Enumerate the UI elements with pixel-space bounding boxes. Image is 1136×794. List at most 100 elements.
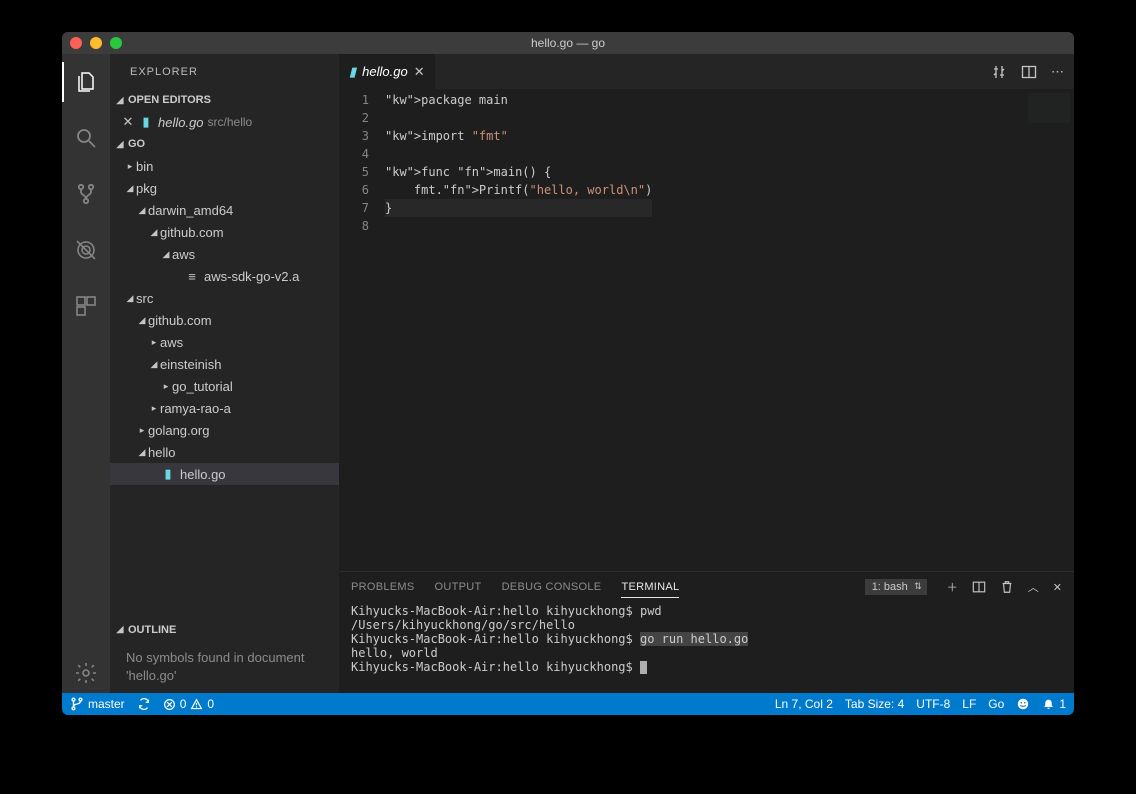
terminal-selector-label: 1: bash [872, 581, 908, 593]
section-workspace[interactable]: ◢ GO [110, 133, 339, 155]
tree-label: github.com [148, 313, 212, 328]
close-icon[interactable]: ✕ [414, 64, 425, 80]
close-icon[interactable]: ✕ [120, 114, 136, 130]
tree-label: golang.org [148, 423, 209, 438]
chevron-down-icon: ◢ [114, 95, 126, 106]
open-editors-list: ✕ ▮ hello.go src/hello [110, 111, 339, 133]
code-content[interactable]: "kw">package main "kw">import "fmt" "kw"… [385, 89, 652, 571]
status-position[interactable]: Ln 7, Col 2 [775, 697, 833, 711]
activity-settings[interactable] [62, 653, 110, 693]
editor-group: ▮ hello.go ✕ ⋯ 12345678 "kw">package mai… [339, 54, 1074, 693]
tree-file[interactable]: ▮hello.go [110, 463, 339, 485]
bell-icon [1042, 698, 1055, 711]
chevron-down-icon: ◢ [136, 447, 148, 458]
more-icon[interactable]: ⋯ [1051, 64, 1064, 80]
open-editor-name: hello.go [158, 115, 204, 130]
tree-folder[interactable]: ◢aws [110, 243, 339, 265]
warning-icon [190, 698, 203, 711]
search-icon [74, 126, 98, 150]
new-terminal-icon[interactable]: ＋ [947, 579, 958, 595]
file-icon: ≡ [184, 269, 200, 284]
tree-folder[interactable]: ◢darwin_amd64 [110, 199, 339, 221]
tree-folder[interactable]: ▸go_tutorial [110, 375, 339, 397]
tree-folder[interactable]: ▸golang.org [110, 419, 339, 441]
line-number-gutter: 12345678 [339, 89, 385, 571]
status-problems[interactable]: 0 0 [163, 697, 214, 711]
tree-folder[interactable]: ▸ramya-rao-a [110, 397, 339, 419]
bug-icon [74, 238, 98, 262]
chevron-down-icon: ◢ [114, 624, 126, 635]
editor-tab[interactable]: ▮ hello.go ✕ [339, 54, 436, 89]
tree-folder[interactable]: ◢github.com [110, 309, 339, 331]
split-editor-icon[interactable] [1021, 64, 1037, 80]
status-feedback[interactable] [1016, 697, 1030, 711]
text-editor[interactable]: 12345678 "kw">package main "kw">import "… [339, 89, 1074, 571]
tree-folder[interactable]: ◢src [110, 287, 339, 309]
status-encoding[interactable]: UTF-8 [916, 697, 950, 711]
activity-extensions[interactable] [62, 286, 110, 326]
status-branch[interactable]: master [70, 697, 125, 711]
traffic-lights [70, 37, 122, 49]
activity-explorer[interactable] [62, 62, 110, 102]
split-terminal-icon[interactable] [972, 580, 986, 594]
status-eol[interactable]: LF [962, 697, 976, 711]
tree-label: github.com [160, 225, 224, 240]
compare-icon[interactable] [991, 64, 1007, 80]
open-editor-path: src/hello [208, 115, 253, 129]
panel-tab-terminal[interactable]: TERMINAL [621, 581, 679, 598]
window-title: hello.go — go [62, 36, 1074, 50]
panel-tab-debug[interactable]: DEBUG CONSOLE [502, 581, 602, 593]
chevron-down-icon: ◢ [160, 249, 172, 260]
chevron-down-icon: ◢ [148, 227, 160, 238]
section-open-editors[interactable]: ◢ OPEN EDITORS [110, 89, 339, 111]
status-notifications[interactable]: 1 [1042, 697, 1066, 711]
tree-folder[interactable]: ◢github.com [110, 221, 339, 243]
open-editor-item[interactable]: ✕ ▮ hello.go src/hello [110, 111, 339, 133]
activity-source-control[interactable] [62, 174, 110, 214]
tree-label: ramya-rao-a [160, 401, 231, 416]
tab-label: hello.go [362, 64, 408, 79]
panel-tab-problems[interactable]: PROBLEMS [351, 581, 415, 593]
status-language[interactable]: Go [988, 697, 1004, 711]
status-tabsize[interactable]: Tab Size: 4 [845, 697, 904, 711]
tree-folder[interactable]: ◢hello [110, 441, 339, 463]
chevron-right-icon: ▸ [148, 337, 160, 348]
activity-bar [62, 54, 110, 693]
window-close-button[interactable] [70, 37, 82, 49]
section-outline[interactable]: ◢ OUTLINE [110, 619, 339, 641]
go-file-icon: ▮ [160, 466, 176, 482]
terminal-selector[interactable]: 1: bash ⇅ [865, 579, 927, 595]
terminal-actions: ＋ ︿ ✕ [947, 579, 1062, 595]
trash-icon[interactable] [1000, 580, 1014, 594]
close-panel-icon[interactable]: ✕ [1053, 581, 1062, 594]
chevron-up-icon[interactable]: ︿ [1028, 579, 1039, 595]
tree-folder[interactable]: ▸bin [110, 155, 339, 177]
chevron-down-icon: ◢ [136, 205, 148, 216]
activity-debug[interactable] [62, 230, 110, 270]
go-file-icon: ▮ [138, 114, 154, 130]
tree-folder[interactable]: ◢einsteinish [110, 353, 339, 375]
tree-folder[interactable]: ◢pkg [110, 177, 339, 199]
sidebar-title: EXPLORER [110, 54, 339, 89]
tree-label: aws [172, 247, 195, 262]
activity-search[interactable] [62, 118, 110, 158]
section-label: OUTLINE [128, 624, 176, 636]
tree-folder[interactable]: ▸aws [110, 331, 339, 353]
tree-file[interactable]: ≡aws-sdk-go-v2.a [110, 265, 339, 287]
terminal-content[interactable]: Kihyucks-MacBook-Air:hello kihyuckhong$ … [339, 602, 1074, 693]
git-branch-icon [74, 182, 98, 206]
panel-tab-output[interactable]: OUTPUT [435, 581, 482, 593]
chevron-updown-icon: ⇅ [914, 581, 922, 592]
tree-label: darwin_amd64 [148, 203, 233, 218]
status-sync[interactable] [137, 697, 151, 711]
tabs-row: ▮ hello.go ✕ ⋯ [339, 54, 1074, 89]
tree-label: einsteinish [160, 357, 221, 372]
window-minimize-button[interactable] [90, 37, 102, 49]
gear-icon [74, 661, 98, 685]
panel-tabs: PROBLEMS OUTPUT DEBUG CONSOLE TERMINAL 1… [339, 572, 1074, 602]
go-file-icon: ▮ [349, 64, 356, 80]
vscode-window: hello.go — go EX [62, 32, 1074, 715]
tree-label: pkg [136, 181, 157, 196]
window-maximize-button[interactable] [110, 37, 122, 49]
minimap[interactable] [1028, 93, 1070, 123]
